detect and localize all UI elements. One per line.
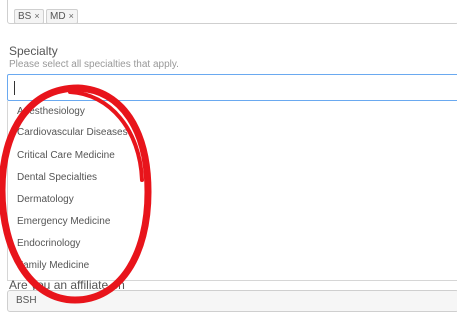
tag-remove-icon[interactable]: × xyxy=(69,9,74,24)
dropdown-option[interactable]: Endocrinology xyxy=(17,234,80,254)
dropdown-option[interactable]: Dental Specialties xyxy=(17,168,97,188)
dropdown-option[interactable]: Cardiovascular Diseases xyxy=(17,123,128,143)
tag-bs: BS × xyxy=(14,9,44,24)
specialty-search-input[interactable] xyxy=(7,74,457,101)
specialty-dropdown: Anesthesiology Cardiovascular Diseases C… xyxy=(7,101,457,281)
tag-remove-icon[interactable]: × xyxy=(34,9,39,24)
tag-label: BS xyxy=(18,11,32,22)
dropdown-option[interactable]: Anesthesiology xyxy=(17,102,85,122)
degree-tag-input[interactable]: BS × MD × xyxy=(7,0,457,24)
text-caret xyxy=(14,81,15,95)
specialty-label: Specialty xyxy=(9,44,58,58)
dropdown-option[interactable]: Critical Care Medicine xyxy=(17,146,115,166)
dropdown-option[interactable]: Family Medicine xyxy=(17,256,89,276)
tag-md: MD × xyxy=(46,9,78,24)
specialty-help-text: Please select all specialties that apply… xyxy=(9,59,179,70)
dropdown-option[interactable]: Dermatology xyxy=(17,190,74,210)
affiliation-value: BSH xyxy=(16,295,37,306)
dropdown-option[interactable]: Emergency Medicine xyxy=(17,212,110,232)
tag-label: MD xyxy=(50,11,66,22)
affiliation-select[interactable]: BSH xyxy=(7,290,457,312)
